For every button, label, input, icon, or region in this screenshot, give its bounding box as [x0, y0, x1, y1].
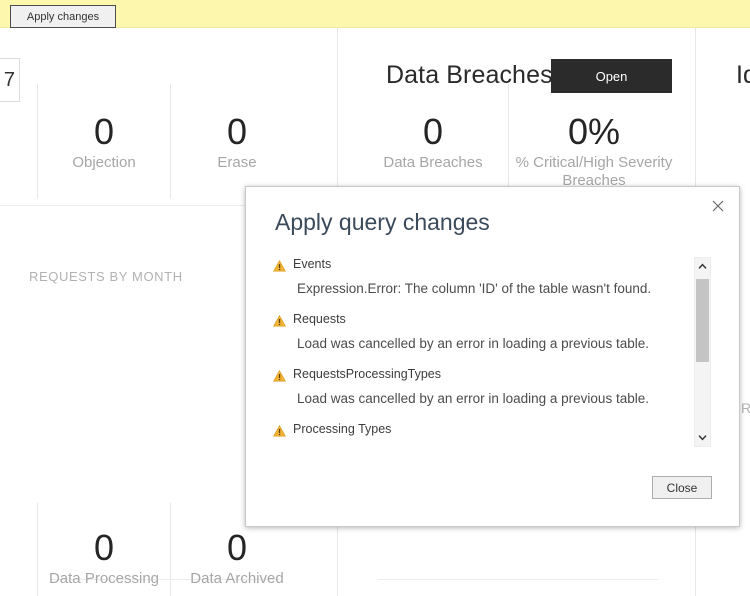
kpi-card-data-archived[interactable]: 0 Data Archived: [171, 528, 303, 588]
clipped-left-tile: 7: [0, 58, 20, 102]
list-item: Requests Load was cancelled by an error …: [273, 312, 714, 353]
divider-vertical: [508, 84, 509, 199]
kpi-card-critical-high-severity[interactable]: 0% % Critical/High Severity Breaches: [512, 112, 676, 190]
kpi-label: Data Breaches: [370, 154, 496, 172]
kpi-card-data-breaches[interactable]: 0 Data Breaches: [370, 112, 496, 172]
chevron-up-icon[interactable]: [695, 258, 710, 275]
error-list-scrollbar[interactable]: [694, 257, 711, 447]
close-icon[interactable]: [703, 193, 733, 219]
kpi-card-erase[interactable]: 0 Erase: [171, 112, 303, 172]
error-name: Processing Types: [293, 422, 391, 437]
dialog-title: Apply query changes: [275, 209, 490, 236]
error-detail: Expression.Error: The column 'ID' of the…: [297, 280, 714, 298]
kpi-card-data-processing[interactable]: 0 Data Processing: [38, 528, 170, 588]
kpi-label: Data Archived: [171, 570, 303, 588]
error-list: Events Expression.Error: The column 'ID'…: [273, 257, 714, 447]
error-detail: Load was cancelled by an error in loadin…: [297, 335, 714, 353]
list-item: Events Expression.Error: The column 'ID'…: [273, 257, 714, 298]
section-caption-requests-by-month: REQUESTS BY MONTH: [29, 269, 183, 284]
kpi-card-objection[interactable]: 0 Objection: [38, 112, 170, 172]
scrollbar-thumb[interactable]: [696, 279, 709, 362]
kpi-label: Objection: [38, 154, 170, 172]
kpi-label: Erase: [171, 154, 303, 172]
kpi-value: 0: [171, 528, 303, 568]
warning-icon: [273, 314, 286, 332]
kpi-value: 0: [38, 112, 170, 152]
error-name: RequestsProcessingTypes: [293, 367, 441, 382]
close-button[interactable]: Close: [652, 476, 712, 499]
warning-icon: [273, 369, 286, 387]
right-clipped-label: R: [741, 400, 750, 416]
kpi-label: Data Processing: [38, 570, 170, 588]
error-name: Events: [293, 257, 331, 272]
apply-changes-button[interactable]: Apply changes: [10, 5, 116, 28]
kpi-value: 0%: [512, 112, 676, 152]
clipped-left-tile-value: 7: [4, 70, 15, 90]
warning-icon: [273, 259, 286, 277]
page-title-right-clipped: Id: [736, 61, 750, 90]
kpi-label: % Critical/High Severity Breaches: [512, 154, 676, 190]
warning-icon: [273, 424, 286, 442]
list-item: Processing Types Load was cancelled by a…: [273, 422, 714, 447]
kpi-value: 0: [171, 112, 303, 152]
kpi-value: 0: [370, 112, 496, 152]
error-detail: Load was cancelled by an error in loadin…: [297, 390, 714, 408]
open-button[interactable]: Open: [551, 59, 672, 93]
list-item: RequestsProcessingTypes Load was cancell…: [273, 367, 714, 408]
kpi-value: 0: [38, 528, 170, 568]
page-title: Data Breaches: [386, 61, 553, 90]
chevron-down-icon[interactable]: [695, 429, 710, 446]
error-detail: Load was cancelled by an error in loadin…: [297, 445, 714, 447]
divider-horizontal: [378, 579, 658, 580]
apply-changes-notification-bar: Apply changes: [0, 0, 750, 28]
apply-query-changes-dialog: Apply query changes Events Expression.Er…: [245, 186, 740, 527]
error-name: Requests: [293, 312, 346, 327]
